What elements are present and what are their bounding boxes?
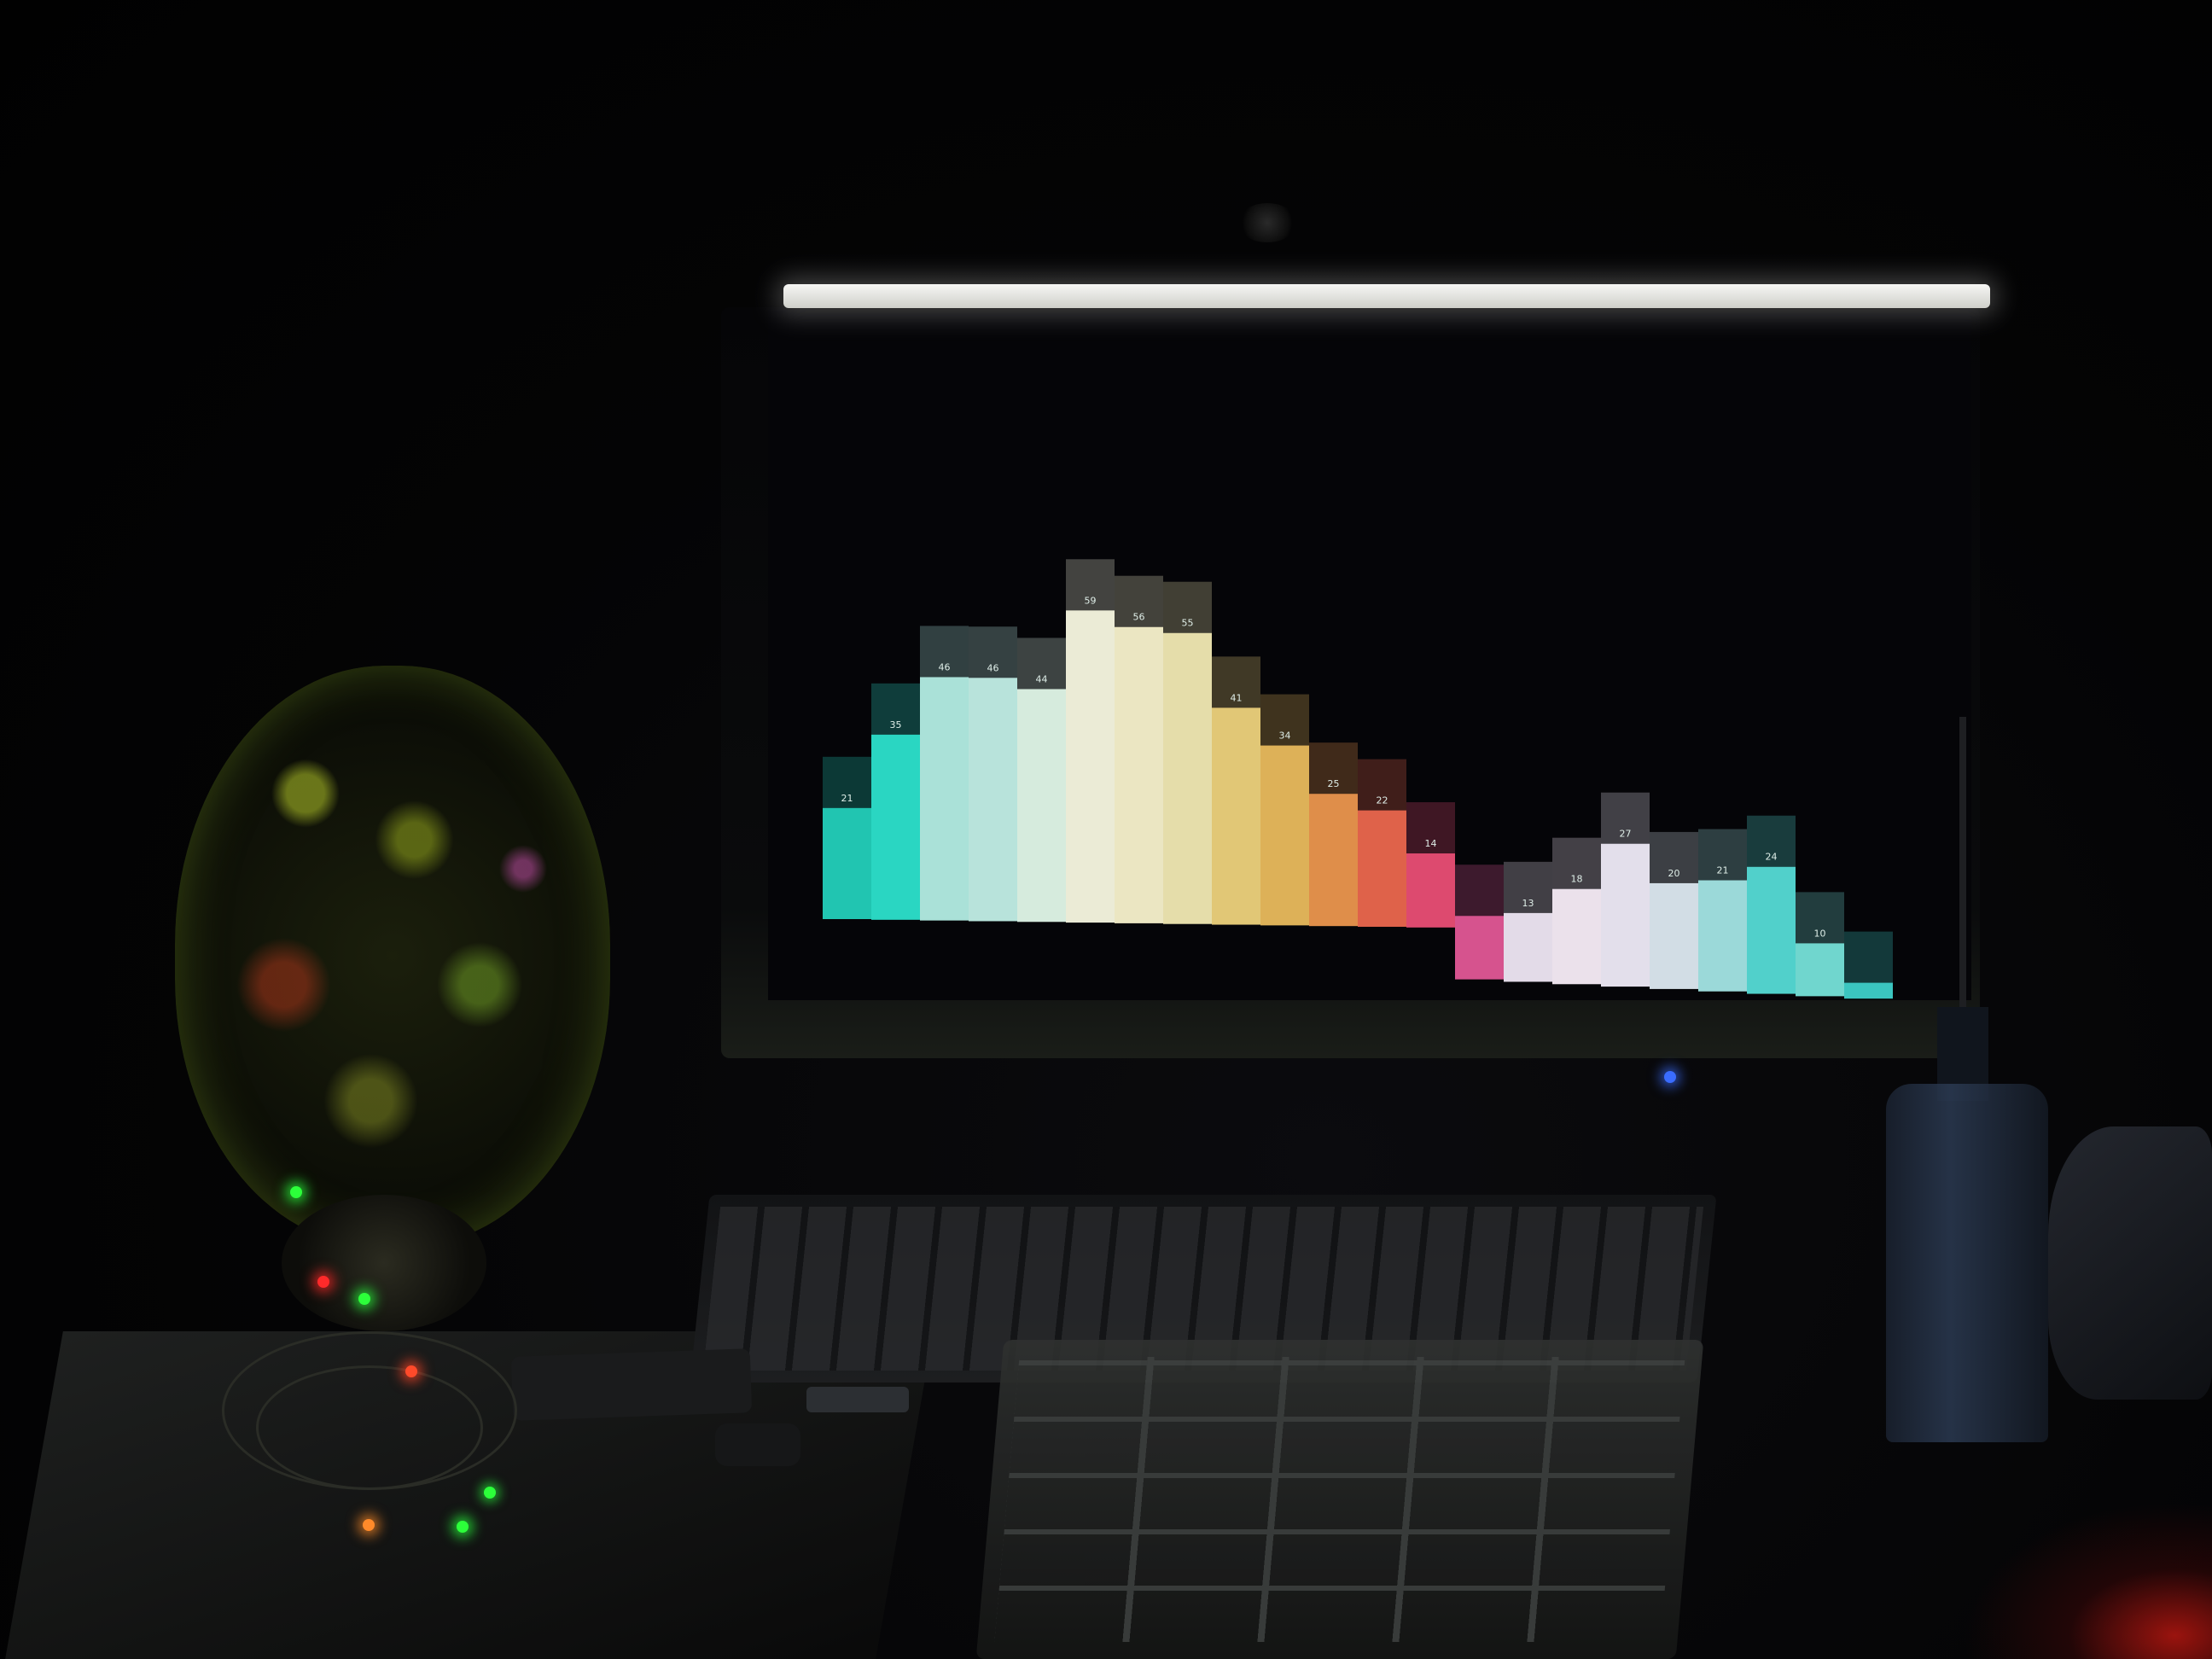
visualizer-bar-label: 56 (1133, 612, 1145, 623)
remote-control (510, 1348, 753, 1421)
visualizer-bar (1504, 912, 1552, 982)
plasma-globe-lamp (175, 666, 610, 1246)
visualizer-bar (969, 678, 1017, 922)
visualizer-bar (1309, 794, 1358, 927)
visualizer-bar-label: 21 (1717, 865, 1729, 876)
visualizer-bar (920, 677, 969, 921)
visualizer-bar-label: 13 (1522, 898, 1534, 909)
red-led (405, 1365, 417, 1377)
visualizer-bar-label: 27 (1620, 829, 1632, 840)
visualizer-bar-label: 14 (1425, 838, 1437, 849)
visualizer-bar-label: 10 (1814, 928, 1826, 939)
visualizer-bar (1260, 745, 1309, 926)
visualizer-bar (1163, 632, 1212, 924)
plastic-bag (2048, 1126, 2212, 1400)
visualizer-bar-label: 41 (1231, 692, 1243, 703)
visualizer-bar (1406, 853, 1455, 928)
visualizer-bar (1212, 707, 1260, 925)
visualizer-bar-label: 25 (1328, 778, 1340, 789)
power-led-icon (1664, 1071, 1676, 1083)
visualizer-bar (823, 807, 871, 919)
visualizer-bar-peak (1844, 931, 1893, 983)
visualizer-bar-peak (1455, 864, 1504, 917)
visualizer-bar-label: 22 (1377, 795, 1388, 806)
monitor-screen: 21 35 46 46 44 59 56 55 41 34 25 22 14 13 18 27 20 21 24 10 (768, 309, 1971, 1000)
visualizer-bar-label: 55 (1182, 618, 1194, 629)
red-led (317, 1276, 329, 1288)
antenna-rod (1959, 717, 1966, 1024)
visualizer-bar-label: 21 (841, 793, 853, 804)
webcam-icon (1237, 203, 1297, 242)
usb-stick (806, 1387, 909, 1412)
visualizer-bar (1017, 689, 1066, 923)
globe-stand (282, 1195, 486, 1331)
bottle (1886, 1084, 2048, 1442)
visualizer-bar-label: 46 (939, 661, 951, 672)
visualizer-bar (871, 734, 920, 920)
visualizer-bar-label: 20 (1668, 868, 1680, 879)
visualizer-bar (1601, 843, 1650, 987)
red-light-glow (1963, 1502, 2212, 1659)
visualizer-bar (1747, 866, 1796, 994)
cable-coil (256, 1365, 483, 1490)
visualizer-bar (1552, 888, 1601, 985)
green-led (457, 1521, 469, 1533)
audio-visualizer: 21 35 46 46 44 59 56 55 41 34 25 22 14 13 18 27 20 21 24 10 (823, 559, 1893, 999)
small-device (715, 1423, 800, 1466)
green-led (290, 1186, 302, 1198)
visualizer-bar-label: 18 (1571, 874, 1583, 885)
visualizer-bar (1115, 626, 1163, 923)
visualizer-bar (1455, 916, 1504, 980)
photo-scene: 21 35 46 46 44 59 56 55 41 34 25 22 14 13 18 27 20 21 24 10 (0, 0, 2212, 1659)
visualizer-bar-label: 24 (1766, 852, 1778, 863)
visualizer-bar-label: 46 (987, 662, 999, 673)
orange-led (363, 1519, 375, 1531)
visualizer-bar-label: 35 (890, 719, 902, 731)
visualizer-bar (1358, 810, 1406, 927)
green-led (358, 1293, 370, 1305)
visualizer-bar (1650, 882, 1698, 989)
visualizer-bar-label: 34 (1279, 731, 1291, 742)
parts-organizer-tray (975, 1340, 1704, 1659)
monitor-light-bar (783, 284, 1990, 308)
visualizer-bar (1698, 880, 1747, 992)
visualizer-bar-label: 44 (1036, 673, 1048, 684)
visualizer-bar-label: 59 (1085, 595, 1097, 606)
visualizer-bar (1796, 943, 1844, 997)
visualizer-bar (1844, 982, 1893, 999)
green-led (484, 1487, 496, 1499)
visualizer-bar (1066, 610, 1115, 923)
